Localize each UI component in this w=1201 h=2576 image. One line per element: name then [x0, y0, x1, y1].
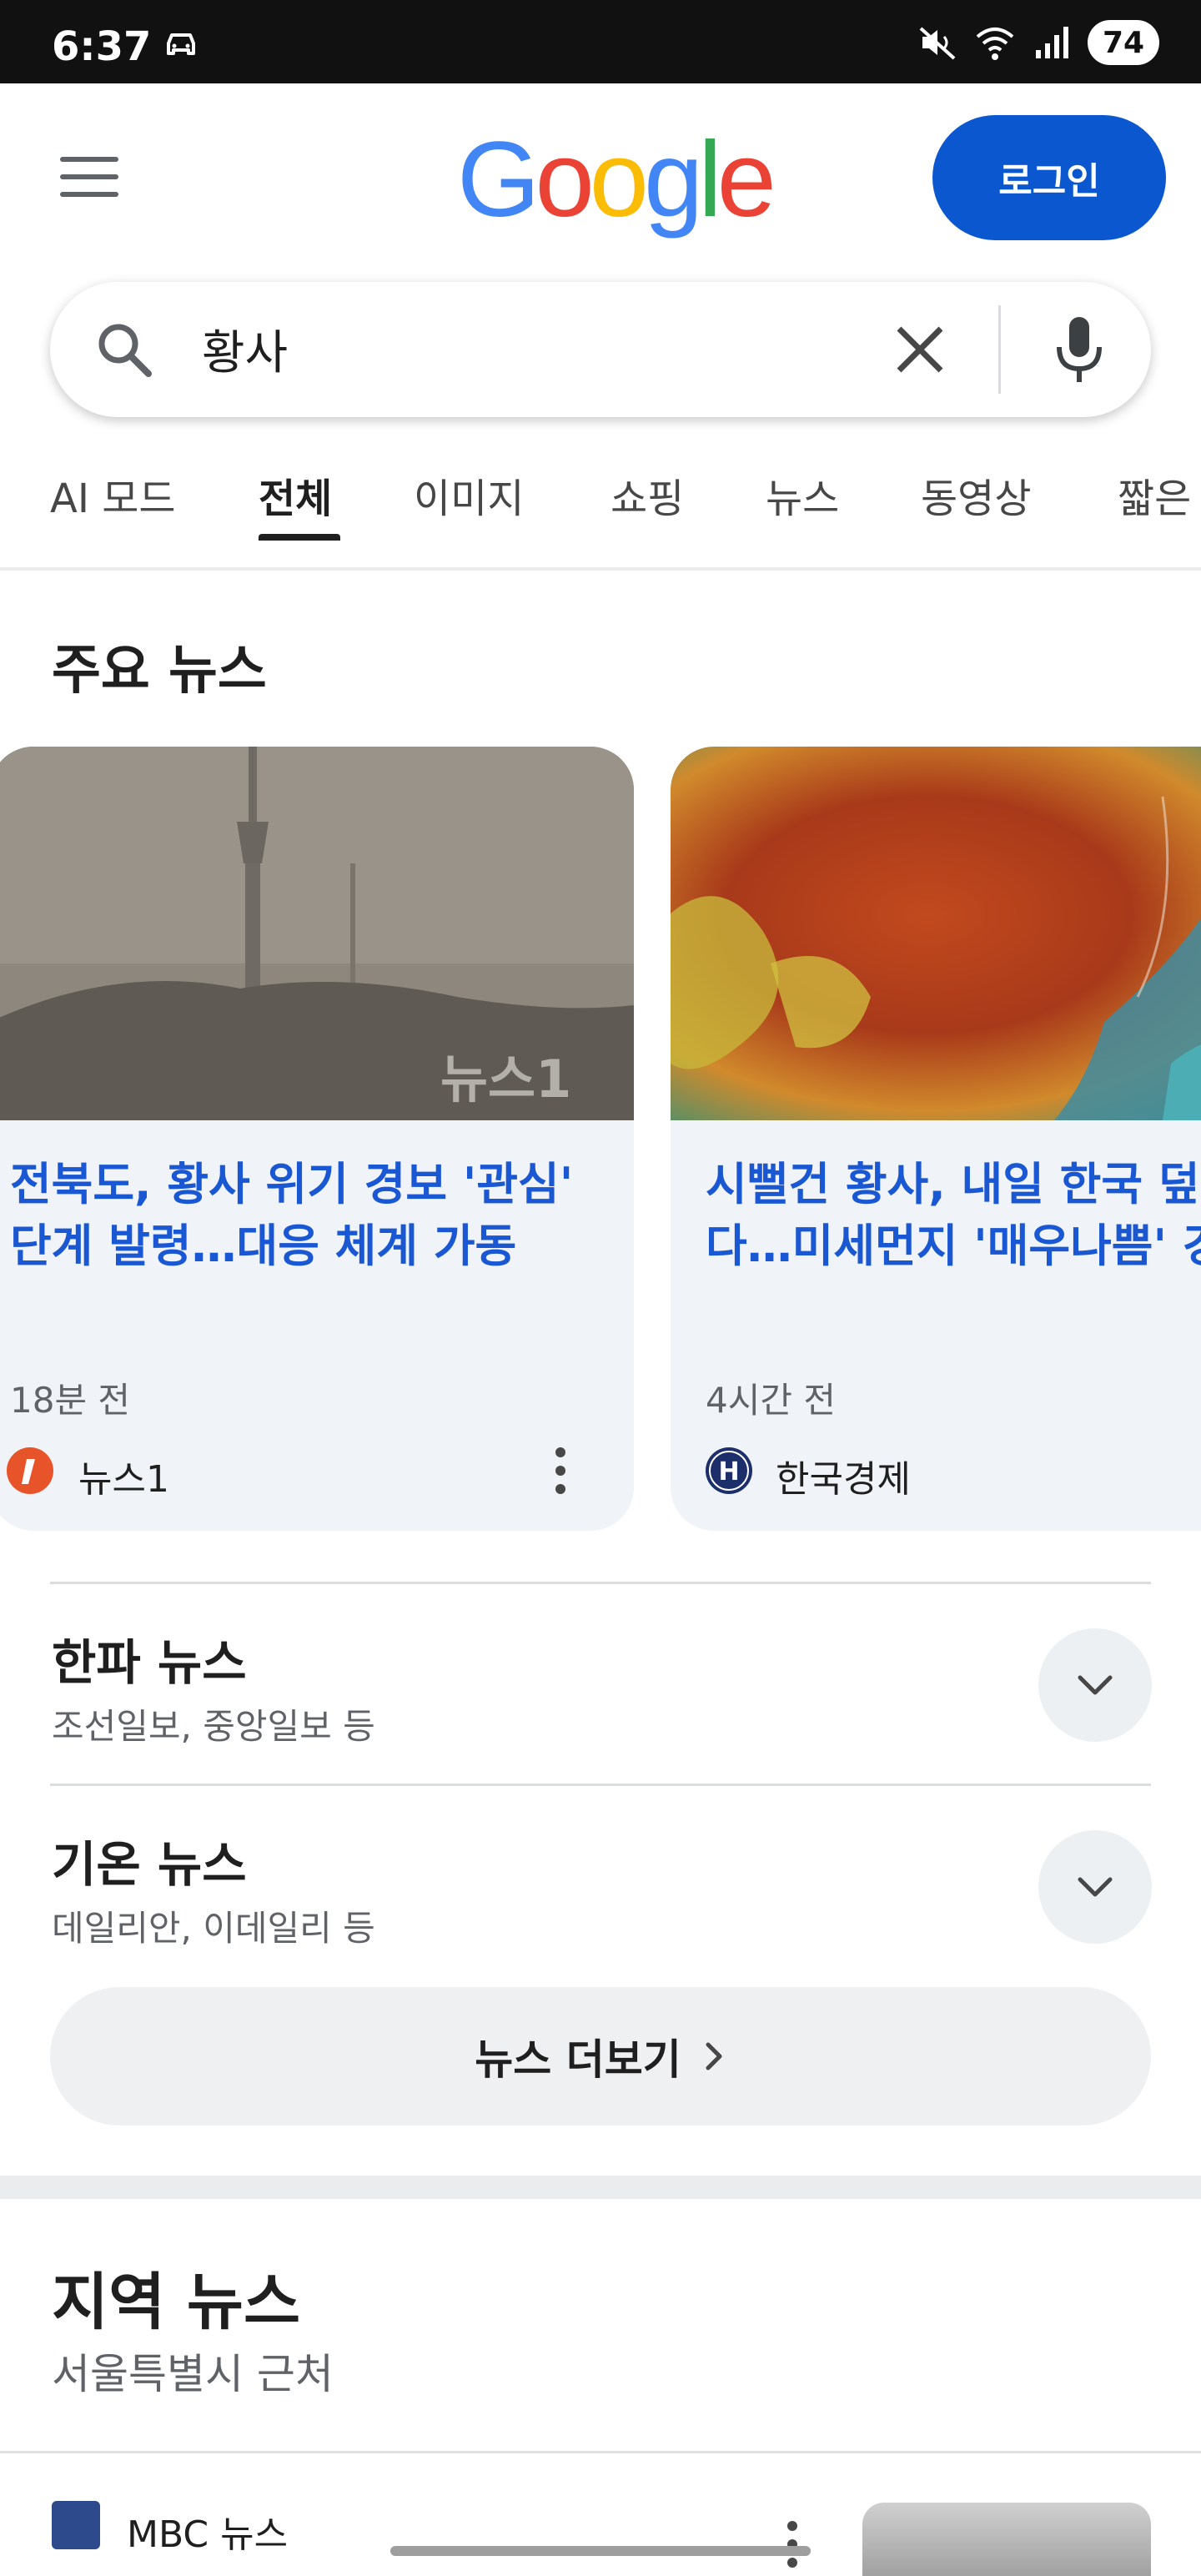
tab-ai-mode[interactable]: AI 모드: [50, 465, 176, 524]
search-tabs: AI 모드 전체 이미지 쇼핑 뉴스 동영상 짧은: [0, 450, 1201, 569]
tab-news[interactable]: 뉴스: [766, 465, 839, 524]
news-time: 18분 전: [10, 1380, 131, 1421]
driving-mode-icon: [167, 33, 195, 55]
page: 6:37 74 Google 로그인 황사 AI 모드 전체 이미지 쇼핑 뉴스…: [0, 0, 1201, 2576]
news-headline[interactable]: 시뻘건 황사, 내일 한국 덮친다…미세먼지 '매우나쁨' 경고: [706, 1154, 1201, 1277]
divider: [50, 1582, 1151, 1584]
logo-letter: G: [457, 120, 540, 239]
status-time: 6:37: [52, 23, 152, 70]
news-time: 4시간 전: [706, 1380, 836, 1421]
tab-all[interactable]: 전체: [259, 465, 332, 524]
mute-icon: [919, 27, 956, 60]
expand-button[interactable]: [1038, 1628, 1152, 1742]
header: Google 로그인: [0, 83, 1201, 275]
status-bar: 6:37 74: [0, 0, 1201, 83]
search-divider: [998, 305, 1001, 394]
home-indicator[interactable]: [390, 2546, 811, 2556]
hamburger-icon-line: [60, 174, 118, 179]
tab-images[interactable]: 이미지: [414, 465, 524, 524]
expander-title[interactable]: 한파 뉴스: [52, 1623, 247, 1693]
news-image-seoul-tower: 뉴스1: [0, 747, 634, 1120]
tab-shopping[interactable]: 쇼핑: [611, 465, 684, 524]
google-logo[interactable]: Google: [457, 120, 776, 239]
tab-shorts[interactable]: 짧은: [1118, 465, 1191, 524]
battery-indicator: 74: [1088, 20, 1159, 65]
divider: [0, 2451, 1201, 2453]
clear-icon[interactable]: [892, 322, 947, 377]
microphone-icon[interactable]: [1048, 314, 1111, 385]
login-button[interactable]: 로그인: [932, 115, 1166, 240]
hankyung-logo-icon: H: [706, 1447, 752, 1494]
menu-button[interactable]: [60, 157, 127, 199]
svg-text:H: H: [718, 1457, 739, 1487]
news-image-dust-map: [671, 747, 1201, 1120]
tab-videos[interactable]: 동영상: [921, 465, 1031, 524]
logo-letter: e: [716, 120, 776, 239]
expander-sources: 조선일보, 중앙일보 등: [52, 1706, 375, 1747]
news-headline[interactable]: 전북도, 황사 위기 경보 '관심' 단계 발령…대응 체계 가동: [10, 1154, 611, 1277]
tabs-divider: [0, 567, 1201, 571]
section-separator: [0, 2176, 1201, 2199]
search-input[interactable]: [200, 307, 784, 390]
news-thumbnail[interactable]: [862, 2503, 1151, 2576]
top-stories-title: 주요 뉴스: [52, 640, 267, 702]
news-source: 뉴스1: [78, 1458, 169, 1501]
news-card[interactable]: 시뻘건 황사, 내일 한국 덮친다…미세먼지 '매우나쁨' 경고 4시간 전 H…: [671, 747, 1201, 1531]
logo-letter: o: [535, 120, 595, 239]
search-icon[interactable]: [93, 319, 155, 380]
local-news-title: 지역 뉴스: [52, 2267, 301, 2338]
signal-icon: [1036, 27, 1068, 58]
more-options-icon[interactable]: [545, 1444, 575, 1497]
news-source: MBC 뉴스: [127, 2513, 289, 2556]
logo-letter: g: [643, 120, 703, 239]
search-bar[interactable]: [50, 282, 1151, 417]
chevron-right-icon: [706, 2042, 722, 2070]
logo-letter: l: [698, 120, 722, 239]
local-news-location: 서울특별시 근처: [52, 2350, 334, 2398]
image-watermark: 뉴스1: [440, 1049, 571, 1109]
expander-sources: 데일리안, 이데일리 등: [52, 1908, 375, 1949]
news-card[interactable]: 뉴스1 전북도, 황사 위기 경보 '관심' 단계 발령…대응 체계 가동 18…: [0, 747, 634, 1531]
news-source: 한국경제: [776, 1458, 911, 1501]
chevron-down-icon: [1078, 1877, 1113, 1897]
chevron-down-icon: [1078, 1675, 1113, 1695]
more-news-button[interactable]: 뉴스 더보기: [50, 1987, 1151, 2126]
more-news-label: 뉴스 더보기: [475, 2035, 681, 2084]
expand-button[interactable]: [1038, 1830, 1152, 1944]
hamburger-icon-line: [60, 157, 118, 162]
active-tab-indicator: [259, 534, 340, 541]
mbc-news-logo-icon: [52, 2501, 100, 2549]
wifi-icon: [976, 28, 1014, 60]
divider: [50, 1784, 1151, 1786]
logo-letter: o: [589, 120, 649, 239]
hamburger-icon-line: [60, 192, 118, 197]
expander-title[interactable]: 기온 뉴스: [52, 1825, 247, 1895]
news1-logo-icon: [7, 1447, 53, 1494]
